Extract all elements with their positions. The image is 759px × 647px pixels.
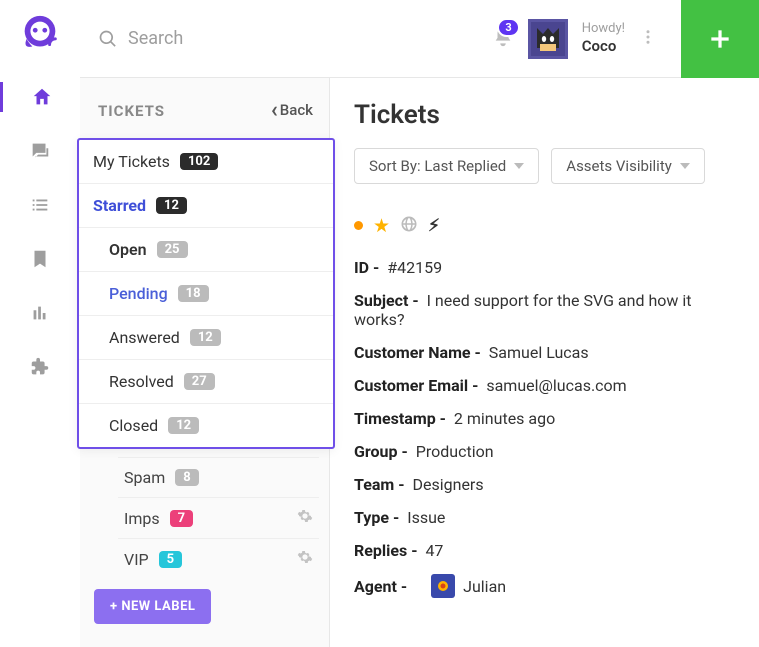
field-subject: Subject - I need support for the SVG and… (354, 284, 735, 336)
gear-icon (297, 508, 313, 524)
nav-home-icon[interactable] (0, 82, 80, 112)
field-id: ID - #42159 (354, 251, 735, 284)
nav-bookmark-icon[interactable] (25, 244, 55, 274)
topbar: Search 3 Howdy! Coco (80, 0, 759, 78)
dropdown-item-closed[interactable]: Closed 12 (79, 404, 333, 447)
app-logo (17, 12, 63, 58)
dropdown-item-open[interactable]: Open 25 (79, 228, 333, 272)
count-badge: 8 (175, 469, 198, 486)
field-customer-email: Customer Email - samuel@lucas.com (354, 369, 735, 402)
field-agent: Agent - Julian (354, 567, 735, 605)
search-icon (98, 29, 118, 49)
dropdown-item-resolved[interactable]: Resolved 27 (79, 360, 333, 404)
notifications-button[interactable]: 3 (492, 26, 514, 52)
more-vertical-icon (639, 28, 657, 46)
back-button[interactable]: Back (271, 98, 313, 123)
count-badge: 5 (159, 551, 182, 568)
search-input[interactable]: Search (98, 28, 492, 49)
user-menu-button[interactable] (639, 28, 657, 50)
nav-analytics-icon[interactable] (25, 298, 55, 328)
label-row-spam[interactable]: Spam 8 (118, 457, 319, 497)
nav-rail (0, 0, 80, 647)
count-badge: 18 (178, 285, 209, 302)
count-badge: 12 (168, 417, 199, 434)
field-timestamp: Timestamp - 2 minutes ago (354, 402, 735, 435)
nav-plugins-icon[interactable] (25, 352, 55, 382)
plus-icon (707, 26, 733, 52)
assets-visibility-dropdown[interactable]: Assets Visibility (551, 148, 705, 184)
agent-avatar (431, 574, 455, 598)
label-row-imps[interactable]: Imps 7 (118, 497, 319, 538)
gear-icon (297, 549, 313, 565)
count-badge: 12 (190, 329, 221, 346)
ticket-details-panel: Tickets Sort By: Last Replied Assets Vis… (330, 78, 759, 647)
status-dot-icon (354, 221, 363, 230)
user-avatar[interactable] (528, 19, 568, 59)
dropdown-item-answered[interactable]: Answered 12 (79, 316, 333, 360)
dropdown-item-my-tickets[interactable]: My Tickets 102 (79, 140, 333, 184)
tickets-filter-dropdown: My Tickets 102 Starred 12 Open 25 Pendin… (77, 138, 335, 449)
field-group: Group - Production (354, 435, 735, 468)
count-badge: 12 (156, 197, 187, 214)
globe-icon (400, 215, 418, 237)
count-badge: 102 (180, 153, 218, 170)
star-icon[interactable]: ★ (373, 214, 390, 237)
dropdown-item-starred[interactable]: Starred 12 (79, 184, 333, 228)
field-customer-name: Customer Name - Samuel Lucas (354, 336, 735, 369)
details-heading: Tickets (354, 100, 735, 130)
field-team: Team - Designers (354, 468, 735, 501)
count-badge: 7 (170, 510, 193, 527)
notification-count-badge: 3 (497, 18, 519, 37)
nav-list-icon[interactable] (25, 190, 55, 220)
label-settings-button[interactable] (297, 508, 313, 528)
dropdown-item-pending[interactable]: Pending 18 (79, 272, 333, 316)
nav-chat-icon[interactable] (25, 136, 55, 166)
bolt-icon: ⚡︎ (428, 216, 440, 236)
new-label-button[interactable]: + NEW LABEL (94, 589, 211, 624)
label-settings-button[interactable] (297, 549, 313, 569)
field-replies: Replies - 47 (354, 534, 735, 567)
sort-by-dropdown[interactable]: Sort By: Last Replied (354, 148, 539, 184)
count-badge: 25 (157, 241, 188, 258)
label-row-vip[interactable]: VIP 5 (118, 538, 319, 579)
field-type: Type - Issue (354, 501, 735, 534)
ticket-status-icons: ★ ⚡︎ (354, 206, 735, 251)
user-greeting: Howdy! Coco (582, 21, 625, 56)
search-placeholder: Search (128, 28, 183, 49)
add-button[interactable] (681, 0, 759, 78)
sidebar-title: TICKETS (98, 102, 165, 120)
count-badge: 27 (184, 373, 215, 390)
